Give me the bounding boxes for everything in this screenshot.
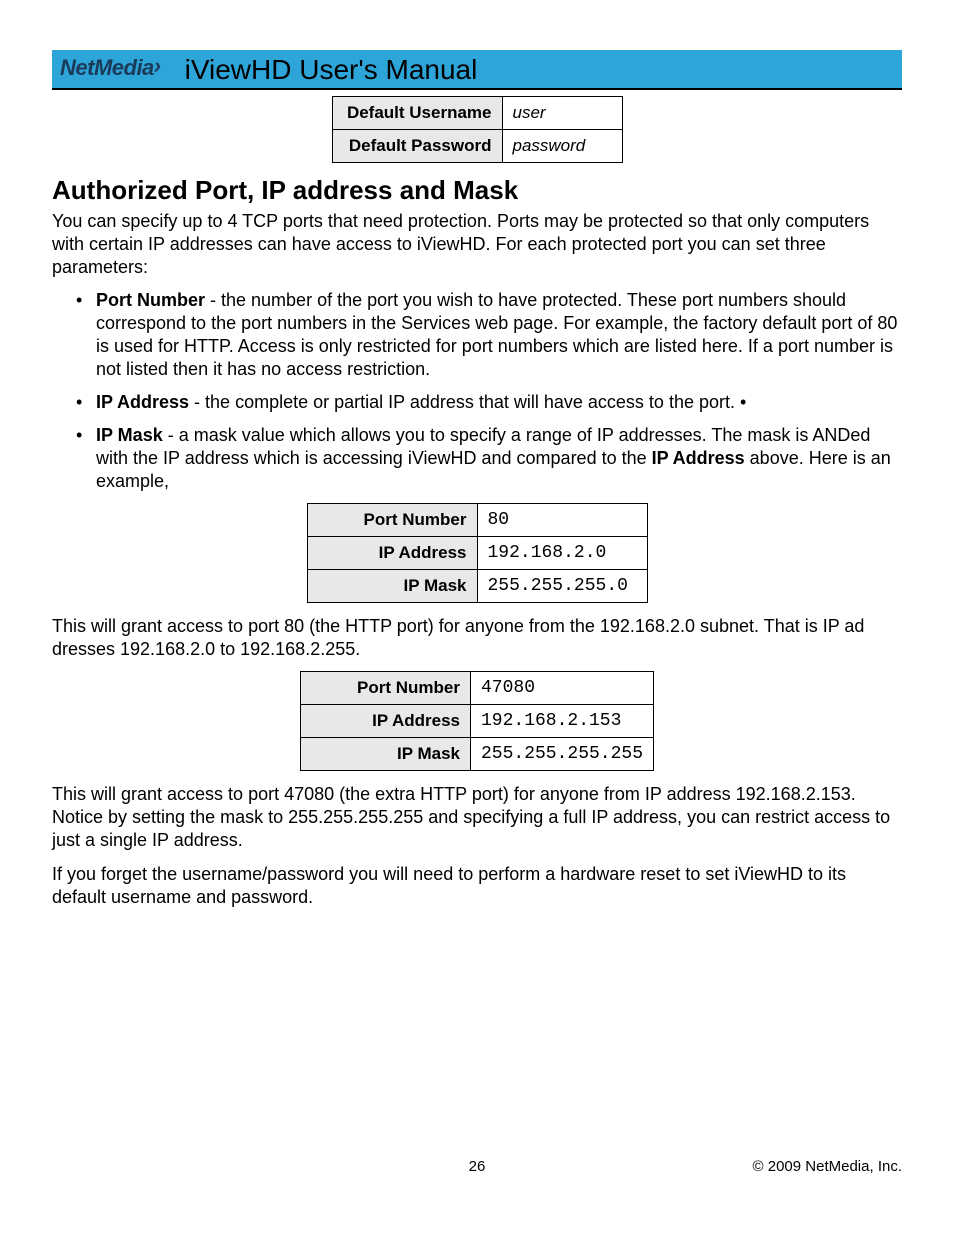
bullet-text: - the number of the port you wish to hav… <box>96 290 897 379</box>
bullet-bold-mid: IP Address <box>652 448 745 468</box>
ex1-port-value: 80 <box>477 504 647 537</box>
table-row: Port Number 80 <box>307 504 647 537</box>
table-row: IP Mask 255.255.255.0 <box>307 570 647 603</box>
ex2-port-value: 47080 <box>470 672 653 705</box>
example2-table: Port Number 47080 IP Address 192.168.2.1… <box>300 671 654 771</box>
page-container: NetMedia› iViewHD User's Manual Default … <box>0 0 954 959</box>
ex2-ip-label: IP Address <box>300 705 470 738</box>
cred-password-value: password <box>502 130 622 163</box>
ex2-ip-value: 192.168.2.153 <box>470 705 653 738</box>
paragraph-reset: If you forget the username/password you … <box>52 863 902 909</box>
table-row: IP Address 192.168.2.0 <box>307 537 647 570</box>
section-heading: Authorized Port, IP address and Mask <box>52 175 902 206</box>
logo-swoosh-icon: › <box>154 53 161 79</box>
parameter-list: Port Number - the number of the port you… <box>52 289 902 493</box>
intro-paragraph: You can specify up to 4 TCP ports that n… <box>52 210 902 279</box>
logo-text: NetMedia <box>60 55 154 80</box>
bullet-term: IP Mask <box>96 425 163 445</box>
list-item: IP Mask - a mask value which allows you … <box>96 424 902 493</box>
cred-username-label: Default Username <box>332 97 502 130</box>
ex1-port-label: Port Number <box>307 504 477 537</box>
bullet-term: Port Number <box>96 290 205 310</box>
paragraph-after-ex2: This will grant access to port 47080 (th… <box>52 783 902 852</box>
ex2-mask-label: IP Mask <box>300 738 470 771</box>
table-row: IP Mask 255.255.255.255 <box>300 738 653 771</box>
cred-password-label: Default Password <box>332 130 502 163</box>
example1-table: Port Number 80 IP Address 192.168.2.0 IP… <box>307 503 648 603</box>
document-title: iViewHD User's Manual <box>185 54 478 86</box>
logo: NetMedia› <box>60 55 161 81</box>
bullet-text: - the complete or partial IP address tha… <box>189 392 746 412</box>
ex2-port-label: Port Number <box>300 672 470 705</box>
ex1-ip-label: IP Address <box>307 537 477 570</box>
list-item: IP Address - the complete or partial IP … <box>96 391 902 414</box>
header-bar: NetMedia› iViewHD User's Manual <box>52 50 902 90</box>
paragraph-after-ex1: This will grant access to port 80 (the H… <box>52 615 902 661</box>
ex2-mask-value: 255.255.255.255 <box>470 738 653 771</box>
cred-username-value: user <box>502 97 622 130</box>
ex1-ip-value: 192.168.2.0 <box>477 537 647 570</box>
ex1-mask-value: 255.255.255.0 <box>477 570 647 603</box>
credentials-table: Default Username user Default Password p… <box>332 96 623 163</box>
bullet-term: IP Address <box>96 392 189 412</box>
page-number: 26 <box>52 1158 902 1175</box>
table-row: IP Address 192.168.2.153 <box>300 705 653 738</box>
page-footer: 26 © 2009 NetMedia, Inc. <box>52 1158 902 1175</box>
table-row: Port Number 47080 <box>300 672 653 705</box>
list-item: Port Number - the number of the port you… <box>96 289 902 381</box>
ex1-mask-label: IP Mask <box>307 570 477 603</box>
table-row: Default Username user <box>332 97 622 130</box>
table-row: Default Password password <box>332 130 622 163</box>
